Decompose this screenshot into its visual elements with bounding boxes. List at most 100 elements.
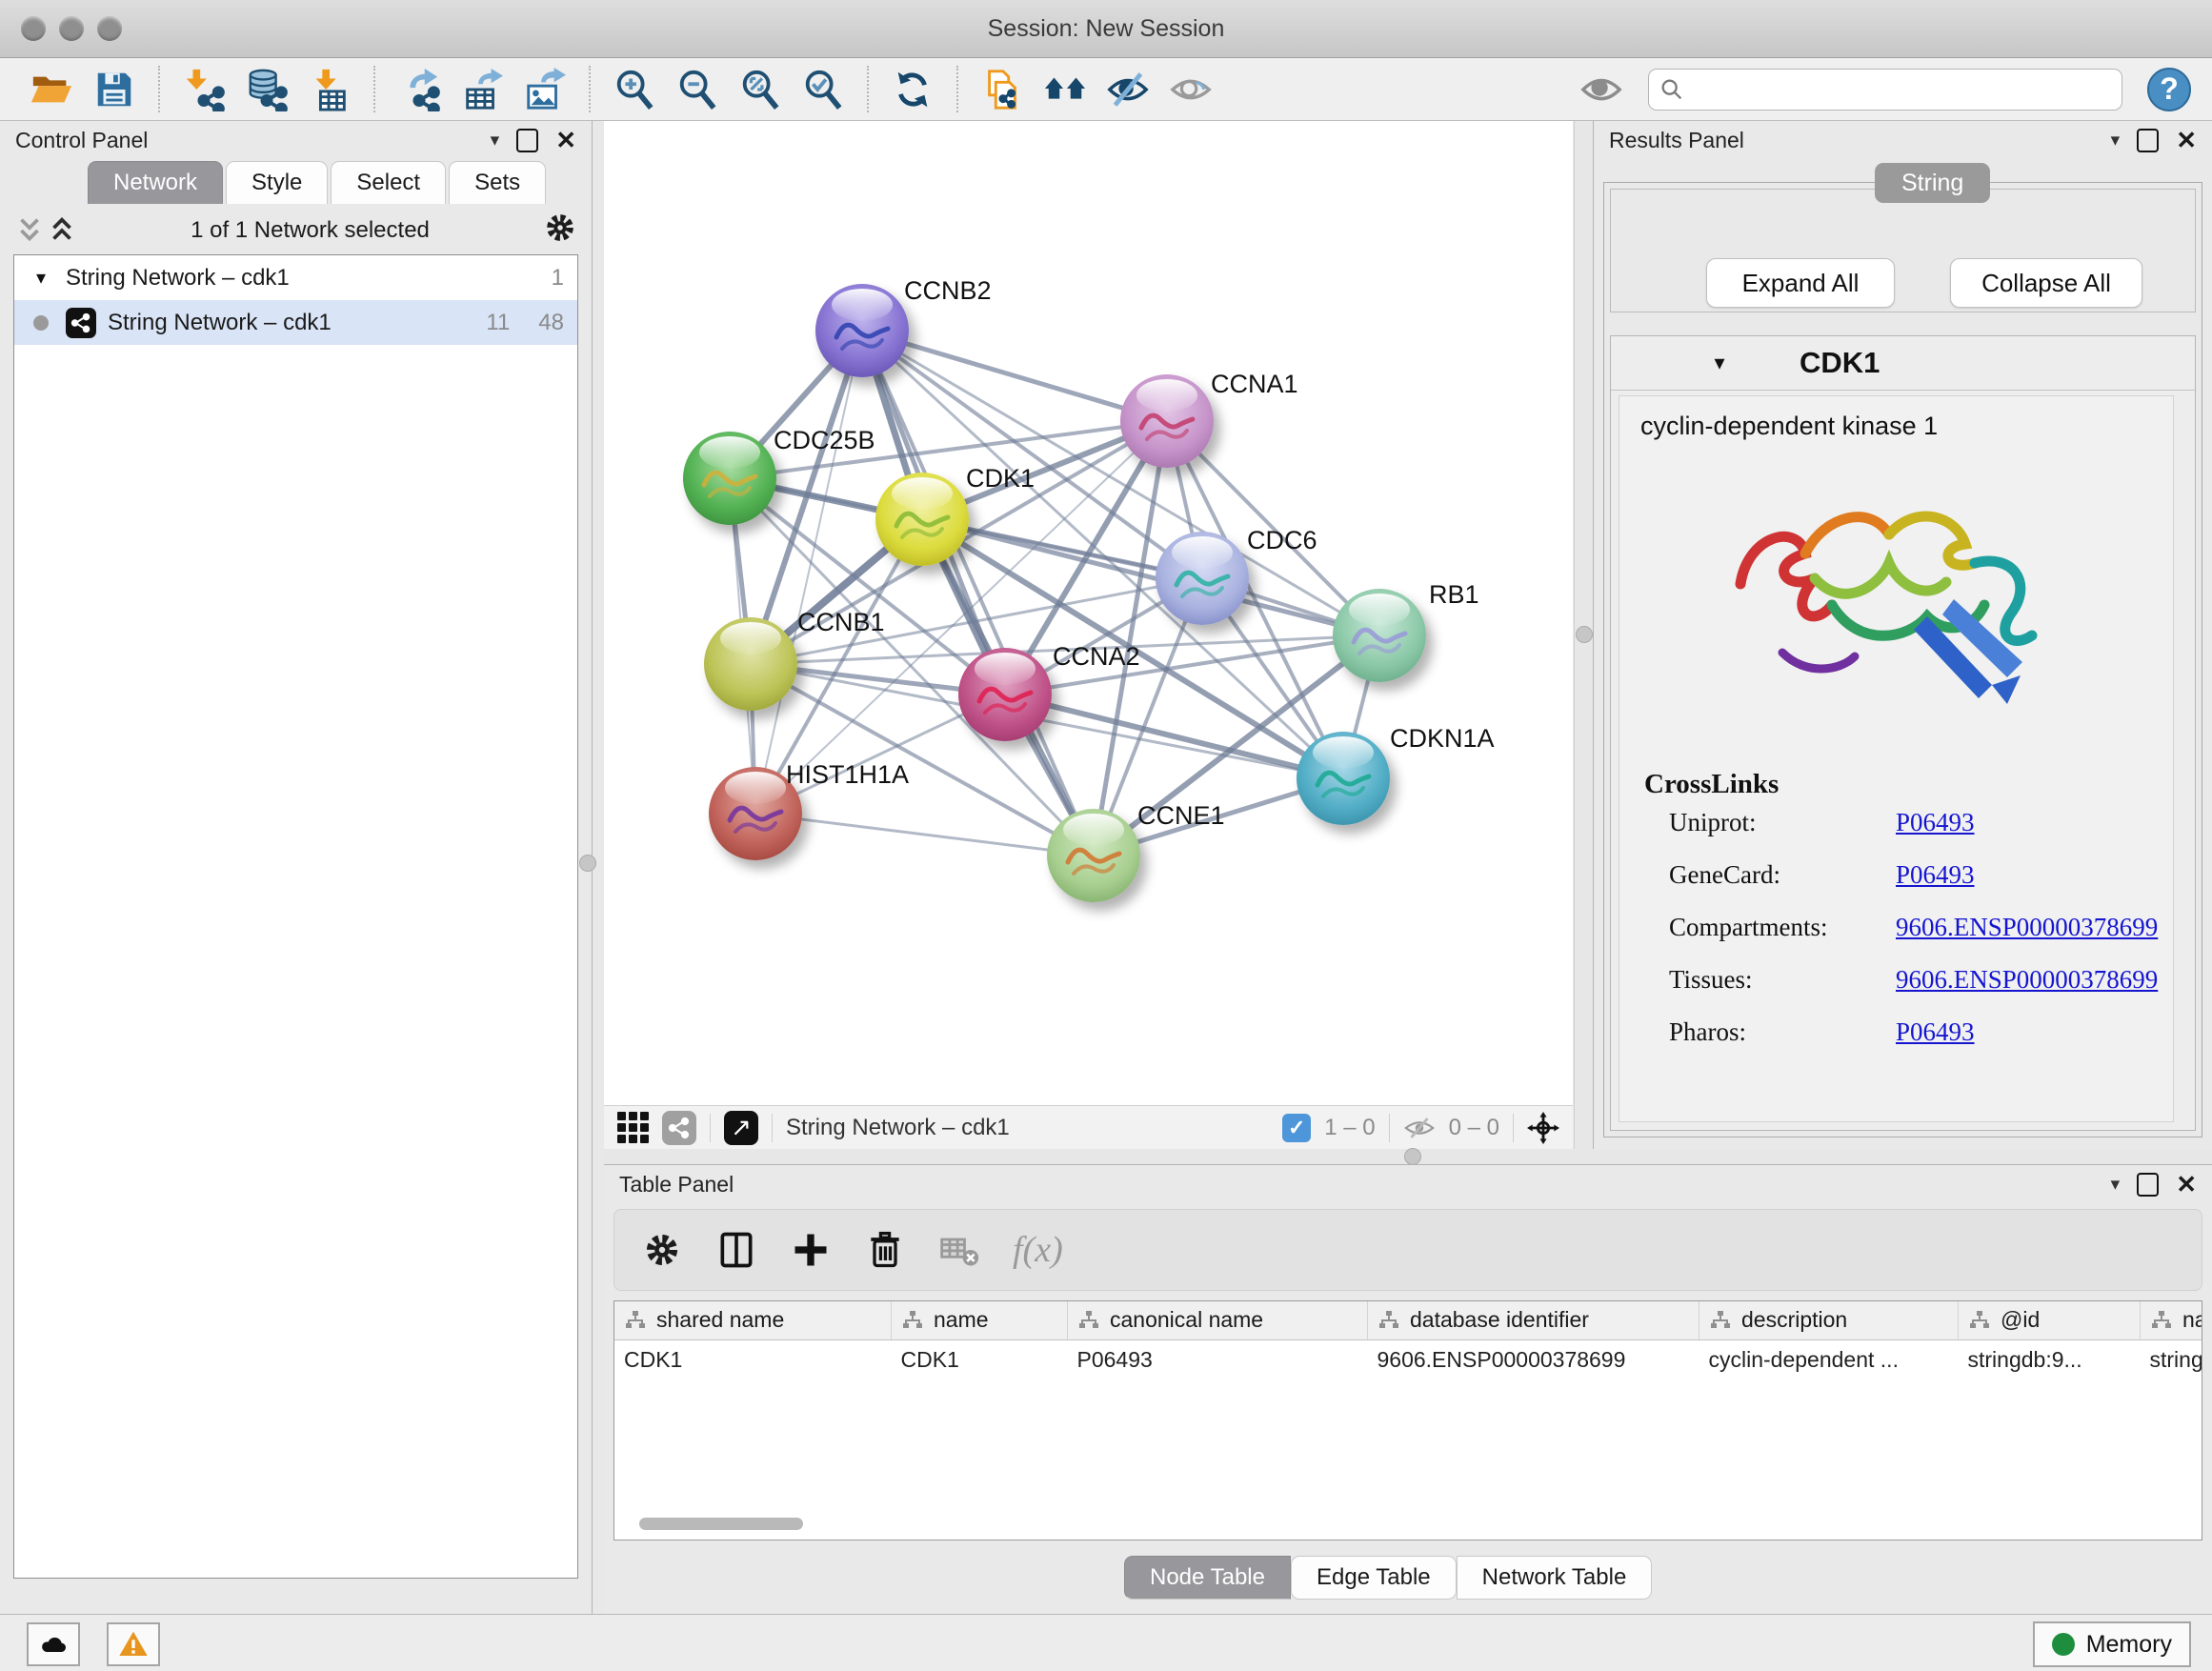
node-CCNA2[interactable] [958,648,1052,741]
node-CDC6[interactable] [1156,532,1249,625]
tab-network[interactable]: Network [88,161,223,204]
window-zoom-icon[interactable] [97,16,122,41]
show-glass-button[interactable] [1159,63,1222,116]
tab-sets[interactable]: Sets [449,161,546,204]
edge-CCNE1-HIST1H1A[interactable] [755,814,1094,856]
network-tree-row[interactable]: String Network – cdk11148 [14,300,577,345]
export-network-button[interactable] [388,63,451,116]
zoom-selected-button[interactable] [792,63,855,116]
window-minimize-icon[interactable] [59,16,84,41]
node-table[interactable]: shared namenamecanonical namedatabase id… [613,1300,2202,1540]
table-float-icon[interactable] [2137,1173,2159,1197]
search-input[interactable] [1685,71,2122,108]
crosslink-link[interactable]: 9606.ENSP00000378699 [1896,965,2158,995]
crosslink-link[interactable]: P06493 [1896,1017,1975,1047]
export-table-button[interactable] [451,63,513,116]
network-canvas[interactable]: CCNB2CCNA1CDC25BCDK1CDC6RB1CCNB1CCNA2CDK… [604,121,1573,1105]
expand-all-button[interactable]: Expand All [1706,258,1895,308]
crosslink-link[interactable]: 9606.ENSP00000378699 [1896,913,2158,942]
node-CCNE1[interactable] [1047,809,1140,902]
node-CCNB2[interactable] [815,284,909,377]
network-options-gear-icon[interactable] [542,210,578,252]
collapse-all-button[interactable]: Collapse All [1950,258,2142,308]
column-header-database-identifier[interactable]: database identifier [1368,1301,1699,1339]
column-header-description[interactable]: description [1699,1301,1959,1339]
network-tree-row[interactable]: ▾String Network – cdk11 [14,255,577,300]
node-CDC25B[interactable] [683,432,776,525]
save-session-button[interactable] [83,63,146,116]
collapse-all-icon[interactable] [13,214,46,247]
gene-section-header[interactable]: ▾ CDK1 [1611,336,2195,391]
clone-network-button[interactable] [971,63,1034,116]
cloud-button[interactable] [27,1622,80,1666]
crosslink-link[interactable]: P06493 [1896,860,1975,890]
results-float-menu-icon[interactable]: ▾ [2111,130,2121,151]
table-cell[interactable]: stringdb:9... [1959,1339,2141,1379]
table-cell[interactable]: CDK1 [614,1339,892,1379]
window-close-icon[interactable] [21,16,46,41]
column-header-canonical-name[interactable]: canonical name [1068,1301,1368,1339]
add-column-icon[interactable] [790,1229,832,1271]
tab-style[interactable]: Style [226,161,328,204]
open-session-button[interactable] [20,63,83,116]
zoom-out-button[interactable] [666,63,729,116]
column-header--id[interactable]: @id [1959,1301,2141,1339]
table-close-icon[interactable]: ✕ [2176,1170,2197,1199]
node-CCNA1[interactable] [1120,374,1214,468]
tab-select[interactable]: Select [331,161,446,204]
column-header-namespace[interactable]: namespace [2141,1301,2203,1339]
export-image-button[interactable] [513,63,576,116]
table-float-menu-icon[interactable]: ▾ [2111,1174,2121,1196]
import-network-button[interactable] [172,63,235,116]
node-RB1[interactable] [1333,589,1426,682]
grid-view-icon[interactable] [617,1112,649,1143]
table-cell[interactable]: 9606.ENSP00000378699 [1368,1339,1699,1379]
node-CCNB1[interactable] [704,617,797,711]
column-header-name[interactable]: name [892,1301,1068,1339]
vertical-splitter[interactable] [1574,121,1595,1149]
show-columns-icon[interactable] [715,1229,757,1271]
refresh-layout-button[interactable] [881,63,944,116]
tab-network-table[interactable]: Network Table [1457,1556,1653,1600]
crosslink-link[interactable]: P06493 [1896,808,1975,837]
import-table-button[interactable] [298,63,361,116]
table-cell[interactable]: P06493 [1068,1339,1368,1379]
help-button[interactable]: ? [2147,68,2191,111]
delete-column-trash-icon[interactable] [864,1229,906,1271]
zoom-fit-button[interactable] [729,63,792,116]
collapse-triangle-icon[interactable]: ▾ [1706,351,1733,375]
table-options-gear-icon[interactable] [641,1229,683,1271]
tab-edge-table[interactable]: Edge Table [1291,1556,1457,1600]
column-header-shared-name[interactable]: shared name [614,1301,892,1339]
eye-icon[interactable] [1579,68,1623,111]
zoom-in-button[interactable] [603,63,666,116]
table-row[interactable]: CDK1CDK1P064939606.ENSP00000378699cyclin… [614,1339,2202,1379]
table-cell[interactable]: CDK1 [892,1339,1068,1379]
import-database-button[interactable] [235,63,298,116]
results-close-icon[interactable]: ✕ [2176,126,2197,155]
tab-string[interactable]: String [1875,163,1990,203]
search-box[interactable] [1648,69,2122,111]
panel-float-menu-icon[interactable]: ▾ [491,130,500,151]
warnings-button[interactable] [107,1622,160,1666]
table-cell[interactable]: stringdb [2141,1339,2203,1379]
panel-close-icon[interactable]: ✕ [555,126,576,155]
results-float-icon[interactable] [2137,129,2159,152]
expand-all-icon[interactable] [46,214,78,247]
detach-view-icon[interactable]: ↗ [724,1111,758,1145]
node-CDK1[interactable] [875,473,969,566]
node-CDKN1A[interactable] [1297,732,1390,825]
table-cell[interactable]: cyclin-dependent ... [1699,1339,1959,1379]
tab-node-table[interactable]: Node Table [1124,1556,1291,1600]
pan-crosshair-icon[interactable] [1527,1112,1559,1144]
horizontal-splitter[interactable] [604,1149,2212,1164]
string-badge-icon[interactable] [662,1111,696,1145]
table-horizontal-scrollbar[interactable] [639,1518,803,1530]
memory-button[interactable]: Memory [2033,1621,2191,1667]
selected-checkbox-icon[interactable]: ✓ [1282,1114,1311,1142]
left-splitter-knob[interactable] [579,855,596,872]
hide-glass-button[interactable] [1096,63,1159,116]
string-home-button[interactable] [1034,63,1096,116]
panel-float-icon[interactable] [516,129,538,152]
collapse-triangle-icon[interactable]: ▾ [28,266,54,290]
